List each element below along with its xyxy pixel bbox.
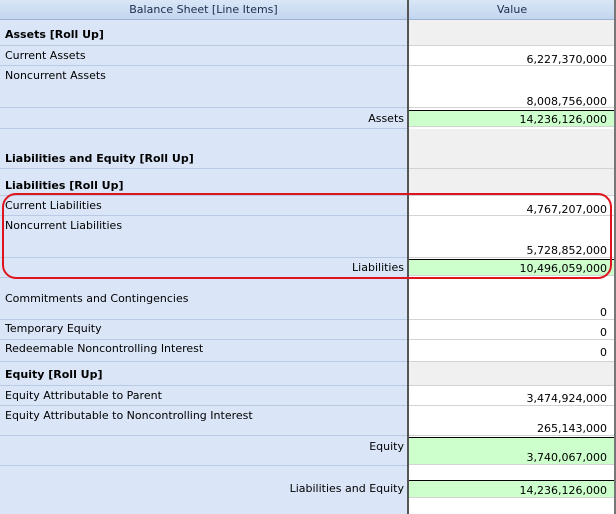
row-label: Commitments and Contingencies (5, 292, 189, 305)
total-value: 14,236,126,000 (519, 113, 607, 126)
row-label: Noncurrent Liabilities (5, 219, 123, 232)
table-row: Commitments and Contingencies 0 (0, 288, 616, 320)
total-label: Assets (368, 112, 404, 125)
row-label: Equity Attributable to Parent (5, 389, 162, 402)
column-divider (407, 0, 409, 514)
row-label: Noncurrent Assets (5, 69, 106, 82)
table-row: Equity Attributable to Noncontrolling In… (0, 406, 616, 436)
section-equity: Equity [Roll Up] (0, 362, 616, 386)
total-label: Liabilities (352, 261, 404, 274)
table-row: Noncurrent Liabilities 5,728,852,000 (0, 216, 616, 258)
section-label: Liabilities and Equity [Roll Up] (5, 152, 194, 165)
row-label: Redeemable Noncontrolling Interest (5, 342, 204, 355)
total-row: Assets 14,236,126,000 (0, 108, 616, 129)
row-label: Equity Attributable to Noncontrolling In… (5, 409, 253, 422)
section-liabilities: Liabilities [Roll Up] (0, 169, 616, 196)
grand-total-row: Liabilities and Equity 14,236,126,000 (0, 476, 616, 500)
row-value: 8,008,756,000 (526, 95, 607, 108)
row-value: 5,728,852,000 (526, 244, 607, 257)
row-label: Current Assets (5, 49, 86, 62)
total-label: Equity (369, 440, 404, 453)
column-header-value[interactable]: Value (408, 0, 616, 20)
total-row: Equity 3,740,067,000 (0, 436, 616, 466)
total-row: Liabilities 10,496,059,000 (0, 258, 616, 278)
total-value: 14,236,126,000 (519, 484, 607, 497)
table-row: Current Liabilities 4,767,207,000 (0, 196, 616, 216)
row-value: 0 (600, 326, 607, 339)
row-value: 3,474,924,000 (526, 392, 607, 405)
total-value: 3,740,067,000 (526, 451, 607, 464)
table-row: Equity Attributable to Parent 3,474,924,… (0, 386, 616, 406)
table-row: Temporary Equity 0 (0, 320, 616, 340)
table-row: Noncurrent Assets 8,008,756,000 (0, 66, 616, 108)
row-label: Current Liabilities (5, 199, 102, 212)
row-value: 0 (600, 346, 607, 359)
section-assets: Assets [Roll Up] (0, 20, 616, 46)
total-value: 10,496,059,000 (519, 262, 607, 275)
section-liabilities-equity: Liabilities and Equity [Roll Up] (0, 129, 616, 169)
row-value: 265,143,000 (537, 422, 607, 435)
section-label: Liabilities [Roll Up] (5, 179, 124, 192)
section-label: Equity [Roll Up] (5, 368, 103, 381)
row-value: 4,767,207,000 (526, 203, 607, 216)
row-value: 6,227,370,000 (526, 53, 607, 66)
table-row: Current Assets 6,227,370,000 (0, 46, 616, 66)
row-label: Temporary Equity (5, 322, 102, 335)
row-value: 0 (600, 306, 607, 319)
balance-sheet-table: Balance Sheet [Line Items] Value Assets … (0, 0, 616, 514)
column-header-line-items[interactable]: Balance Sheet [Line Items] (0, 0, 408, 20)
table-row: Redeemable Noncontrolling Interest 0 (0, 340, 616, 362)
total-label: Liabilities and Equity (289, 482, 404, 495)
section-label: Assets [Roll Up] (5, 28, 104, 41)
